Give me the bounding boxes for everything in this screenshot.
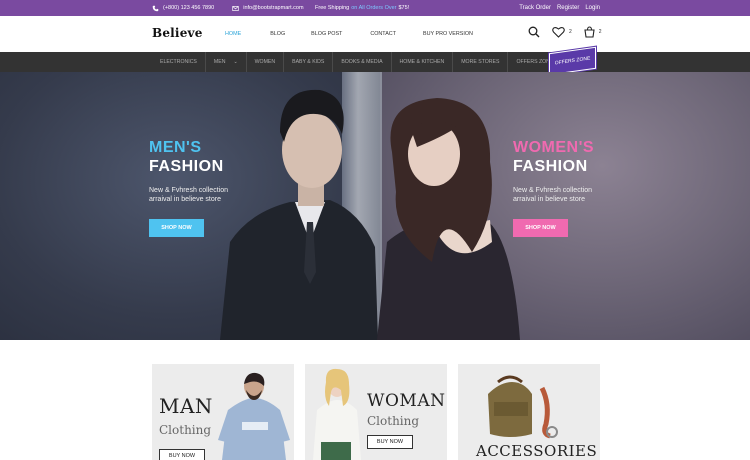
category-label: WOMEN bbox=[254, 59, 276, 65]
wishlist-count: 2 bbox=[569, 29, 572, 35]
women-shop-now-button[interactable]: SHOP NOW bbox=[513, 219, 568, 237]
men-title-line2: FASHION bbox=[149, 158, 224, 175]
phone-number: (+800) 123 456 7890 bbox=[163, 5, 215, 11]
category-cards: MAN Clothing BUY NOW WOMAN Clothing BUY … bbox=[0, 340, 750, 460]
men-subtitle: New & Fvhresh collection arraival in bel… bbox=[149, 187, 228, 203]
buy-now-button[interactable]: BUY NOW bbox=[367, 435, 413, 449]
category-label: BABY & KIDS bbox=[292, 59, 325, 65]
category-label: HOME & KITCHEN bbox=[399, 59, 445, 65]
woman-clothing-card[interactable]: WOMAN Clothing BUY NOW bbox=[305, 364, 447, 460]
category-label: BOOKS & MEDIA bbox=[341, 59, 383, 65]
search-icon bbox=[528, 26, 540, 38]
email-icon bbox=[232, 5, 239, 11]
shipping-prefix: Free Shipping bbox=[315, 5, 350, 11]
top-bar: (+800) 123 456 7890 info@bootstrapmart.c… bbox=[0, 0, 750, 16]
cart-icon bbox=[584, 26, 595, 38]
category-home-kitchen[interactable]: HOME & KITCHEN bbox=[392, 52, 454, 72]
women-fashion-title: WOMEN'S FASHION bbox=[513, 138, 594, 176]
category-more-stores[interactable]: MORE STORES bbox=[453, 52, 509, 72]
category-baby-kids[interactable]: BABY & KIDS bbox=[284, 52, 334, 72]
card-subtitle: Clothing bbox=[367, 414, 420, 428]
woman-model-image bbox=[377, 98, 520, 340]
email-contact[interactable]: info@bootstrapmart.com bbox=[232, 5, 304, 12]
shipping-highlight: on All Orders Over bbox=[351, 5, 397, 11]
phone-contact[interactable]: (+800) 123 456 7890 bbox=[152, 5, 214, 12]
nav-contact[interactable]: CONTACT bbox=[370, 31, 396, 37]
site-header: Believe HOME BLOG BLOG POST CONTACT BUY … bbox=[0, 16, 750, 52]
register-link[interactable]: Register bbox=[557, 5, 579, 11]
nav-home[interactable]: HOME bbox=[225, 31, 241, 37]
track-order-link[interactable]: Track Order bbox=[519, 5, 551, 11]
site-logo[interactable]: Believe bbox=[152, 26, 203, 40]
accessories-card[interactable]: ACCESSORIES bbox=[458, 364, 600, 460]
cart-button[interactable]: 2 bbox=[584, 26, 602, 38]
shipping-amount: $75! bbox=[398, 5, 410, 11]
men-fashion-title: MEN'S FASHION bbox=[149, 138, 224, 176]
nav-blog-post[interactable]: BLOG POST bbox=[311, 31, 342, 37]
category-electronics[interactable]: ELECTRONICS bbox=[152, 52, 206, 72]
heart-icon bbox=[552, 26, 565, 38]
search-button[interactable] bbox=[528, 26, 540, 38]
email-address: info@bootstrapmart.com bbox=[243, 5, 304, 11]
card-title: ACCESSORIES bbox=[476, 442, 598, 460]
nav-buy-pro-version[interactable]: BUY PRO VERSION bbox=[423, 31, 473, 37]
category-label: OFFERS ZONE bbox=[516, 59, 554, 65]
phone-icon bbox=[152, 5, 159, 11]
man-model-image bbox=[218, 372, 290, 460]
category-women[interactable]: WOMEN bbox=[247, 52, 285, 72]
login-link[interactable]: Login bbox=[585, 5, 600, 11]
category-label: MORE STORES bbox=[461, 59, 500, 65]
man-clothing-card[interactable]: MAN Clothing BUY NOW bbox=[152, 364, 294, 460]
cart-count: 2 bbox=[598, 29, 602, 35]
hero-banner: MEN'S FASHION New & Fvhresh collection a… bbox=[0, 72, 750, 340]
men-shop-now-button[interactable]: SHOP NOW bbox=[149, 219, 204, 237]
man-model-image bbox=[220, 89, 378, 340]
category-men[interactable]: MEN ⌄ bbox=[206, 52, 247, 72]
women-title-line1: WOMEN'S bbox=[513, 139, 595, 156]
shipping-notice: Free Shipping on All Orders Over $75! bbox=[315, 0, 409, 16]
card-title: MAN bbox=[159, 394, 213, 418]
category-label: ELECTRONICS bbox=[160, 59, 197, 65]
card-subtitle: Clothing bbox=[159, 423, 212, 437]
category-label: MEN bbox=[213, 59, 226, 65]
main-nav: HOME BLOG BLOG POST CONTACT BUY PRO VERS… bbox=[225, 16, 473, 52]
buy-now-button[interactable]: BUY NOW bbox=[159, 449, 205, 460]
category-nav: ELECTRONICS MEN ⌄ WOMEN BABY & KIDS BOOKS… bbox=[0, 52, 750, 72]
women-title-line2: FASHION bbox=[513, 158, 588, 175]
men-title-line1: MEN'S bbox=[149, 139, 202, 156]
chevron-down-icon: ⌄ bbox=[233, 59, 238, 65]
women-subtitle: New & Fvhresh collection arraival in bel… bbox=[513, 187, 592, 203]
nav-blog[interactable]: BLOG bbox=[270, 31, 285, 37]
accessories-image bbox=[488, 375, 558, 439]
woman-model-image bbox=[313, 368, 361, 460]
card-title: WOMAN bbox=[367, 391, 446, 411]
category-books-media[interactable]: BOOKS & MEDIA bbox=[333, 52, 392, 72]
wishlist-button[interactable]: 2 bbox=[552, 26, 572, 38]
